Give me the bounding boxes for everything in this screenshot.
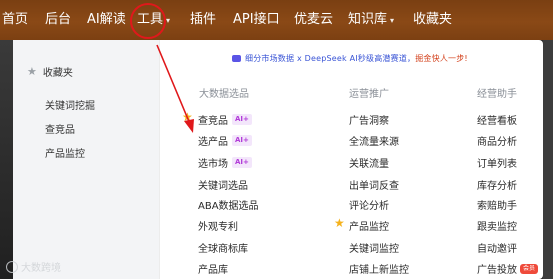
watermark: 大数跨境 <box>6 259 61 274</box>
annotation-arrow <box>156 44 194 133</box>
watermark-logo-icon <box>6 260 18 273</box>
watermark-text: 大数跨境 <box>21 263 61 274</box>
